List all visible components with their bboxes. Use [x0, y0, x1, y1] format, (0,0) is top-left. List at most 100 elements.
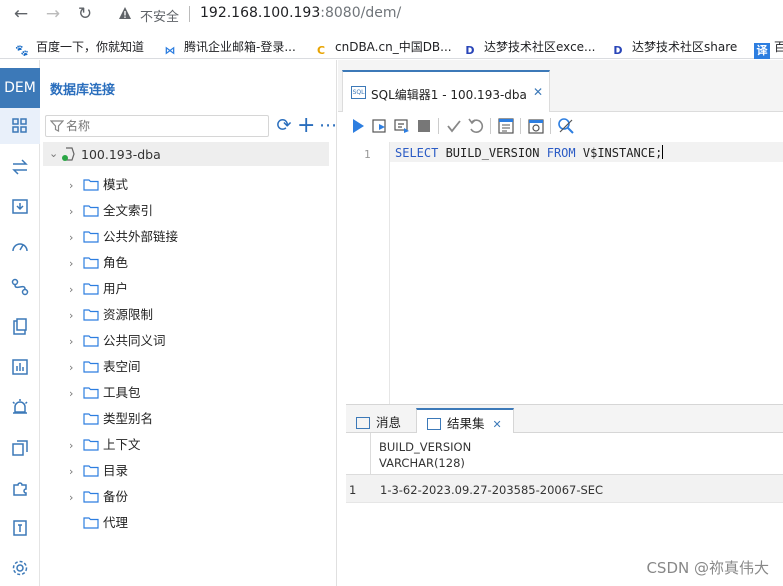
- tree-item[interactable]: › 表空间: [69, 356, 141, 378]
- report-icon[interactable]: [10, 317, 30, 337]
- document-icon[interactable]: [10, 518, 30, 538]
- back-icon[interactable]: ←: [10, 3, 32, 25]
- chevron-down-icon[interactable]: ⌄: [49, 147, 61, 160]
- message-icon: [356, 417, 370, 429]
- tree-item[interactable]: › 全文索引: [69, 200, 153, 222]
- bookmark-translate[interactable]: 译百: [754, 38, 783, 59]
- dashboard-grid-icon[interactable]: [10, 116, 30, 136]
- tab-messages[interactable]: 消息: [350, 408, 409, 433]
- tree-item[interactable]: › 工具包: [69, 382, 141, 404]
- folder-icon: [83, 309, 99, 321]
- tree-item-label: 角色: [103, 255, 129, 270]
- tree-item-label: 公共外部链接: [103, 229, 179, 244]
- bookmark-cndba[interactable]: CcnDBA.cn_中国DB...: [313, 38, 452, 59]
- folder-icon: [83, 439, 99, 451]
- tree-item[interactable]: 代理: [69, 512, 128, 534]
- tree-root-connection[interactable]: ⌄ 100.193-dba: [43, 142, 329, 166]
- add-icon[interactable]: +: [297, 115, 315, 137]
- filter-input[interactable]: [66, 118, 264, 134]
- tree-item[interactable]: › 备份: [69, 486, 128, 508]
- column-header-type: VARCHAR(128): [379, 456, 465, 470]
- run-icon[interactable]: [348, 116, 368, 136]
- sql-editor[interactable]: 1 SELECT BUILD_VERSION FROM V$INSTANCE;: [346, 142, 783, 404]
- line-gutter: 1: [346, 142, 390, 404]
- rollback-icon[interactable]: [466, 116, 486, 136]
- table-cell[interactable]: 1-3-62-2023.09.27-203585-20067-SEC: [380, 483, 603, 497]
- more-icon[interactable]: ⋯: [319, 117, 337, 135]
- chevron-right-icon[interactable]: ›: [69, 465, 81, 478]
- bookmark-baidu[interactable]: 🐾 百度一下，你就知道: [14, 38, 144, 59]
- tree-item[interactable]: › 上下文: [69, 434, 141, 456]
- bookmark-dameng-exce[interactable]: D 达梦技术社区exce...: [462, 38, 596, 59]
- insecure-label[interactable]: 不安全: [140, 6, 179, 25]
- tree-item-label: 表空间: [103, 359, 141, 374]
- chevron-right-icon[interactable]: ›: [69, 491, 81, 504]
- code-line[interactable]: SELECT BUILD_VERSION FROM V$INSTANCE;: [390, 142, 783, 162]
- tree-item[interactable]: › 模式: [69, 174, 128, 196]
- close-icon[interactable]: ✕: [493, 418, 502, 431]
- toolbar-separator: [520, 118, 521, 134]
- dem-app: DEM 数据库连接 ⟳ + ⋯ ⌄ 100.193-dba › 模式 › 全文索引 › 公…: [0, 60, 783, 586]
- bookmark-tencent-mail[interactable]: ⋈ 腾讯企业邮箱-登录...: [162, 38, 296, 59]
- chevron-right-icon[interactable]: ›: [69, 361, 81, 374]
- warning-icon[interactable]: [118, 6, 132, 20]
- folder-icon: [83, 257, 99, 269]
- commit-icon[interactable]: [444, 116, 464, 136]
- url-field[interactable]: 192.168.100.193:8080/dem/: [200, 5, 401, 21]
- tab-sql-editor[interactable]: SQL SQL编辑器1 - 100.193-dba ✕: [342, 70, 550, 112]
- tree-item[interactable]: › 公共同义词: [69, 330, 166, 352]
- chevron-right-icon[interactable]: ›: [69, 257, 81, 270]
- monitor-icon[interactable]: [10, 197, 30, 217]
- chevron-right-icon[interactable]: ›: [69, 309, 81, 322]
- close-icon[interactable]: ✕: [533, 85, 543, 99]
- chart-icon[interactable]: [10, 357, 30, 377]
- tree-item[interactable]: › 角色: [69, 252, 128, 274]
- refresh-icon[interactable]: ⟳: [275, 117, 293, 135]
- settings-gear-icon[interactable]: [10, 558, 30, 578]
- chevron-right-icon[interactable]: ›: [69, 205, 81, 218]
- folder-icon: [83, 361, 99, 373]
- stop-icon[interactable]: [414, 116, 434, 136]
- plugin-icon[interactable]: [10, 478, 30, 498]
- folder-icon: [83, 387, 99, 399]
- copy-icon[interactable]: [10, 438, 30, 458]
- flow-icon[interactable]: [10, 277, 30, 297]
- tree-item[interactable]: › 目录: [69, 460, 128, 482]
- gauge-icon[interactable]: [10, 237, 30, 257]
- explain-icon[interactable]: [392, 116, 412, 136]
- bookmark-dameng-share[interactable]: D 达梦技术社区share: [610, 38, 737, 59]
- tree-item-label: 代理: [103, 515, 129, 530]
- chevron-right-icon[interactable]: ›: [69, 439, 81, 452]
- sql-text[interactable]: SELECT BUILD_VERSION FROM V$INSTANCE;: [395, 145, 664, 160]
- format-icon[interactable]: [496, 116, 516, 136]
- chevron-right-icon[interactable]: ›: [69, 231, 81, 244]
- connection-name: 100.193-dba: [81, 147, 161, 162]
- tree-item-label: 全文索引: [103, 203, 154, 218]
- chevron-right-icon[interactable]: ›: [69, 179, 81, 192]
- text-cursor: [662, 145, 664, 159]
- bookmark-label: 达梦技术社区share: [632, 40, 738, 54]
- tree-item[interactable]: 类型别名: [69, 408, 153, 430]
- baidu-icon: 🐾: [15, 44, 29, 57]
- run-script-icon[interactable]: [370, 116, 390, 136]
- tree-item[interactable]: › 公共外部链接: [69, 226, 178, 248]
- chevron-right-icon[interactable]: ›: [69, 387, 81, 400]
- analyze-icon[interactable]: [556, 116, 576, 136]
- bookmark-label: 达梦技术社区exce...: [484, 40, 596, 54]
- forward-icon[interactable]: →: [42, 3, 64, 25]
- transfer-icon[interactable]: [10, 157, 30, 177]
- chevron-right-icon[interactable]: ›: [69, 283, 81, 296]
- chevron-right-icon[interactable]: ›: [69, 335, 81, 348]
- reload-icon[interactable]: ↻: [74, 3, 96, 25]
- connection-filter[interactable]: [45, 115, 269, 137]
- editor-toolbar: [338, 113, 783, 139]
- schedule-icon[interactable]: [526, 116, 546, 136]
- tree-item[interactable]: › 资源限制: [69, 304, 153, 326]
- folder-icon: [83, 517, 99, 529]
- column-header-name[interactable]: BUILD_VERSION: [379, 440, 471, 454]
- tencent-mail-icon: ⋈: [164, 44, 176, 57]
- table-row[interactable]: 1 1-3-62-2023.09.27-203585-20067-SEC: [346, 475, 783, 503]
- tab-result-set[interactable]: 结果集 ✕: [416, 408, 514, 433]
- alarm-icon[interactable]: [10, 397, 30, 417]
- tree-item[interactable]: › 用户: [69, 278, 128, 300]
